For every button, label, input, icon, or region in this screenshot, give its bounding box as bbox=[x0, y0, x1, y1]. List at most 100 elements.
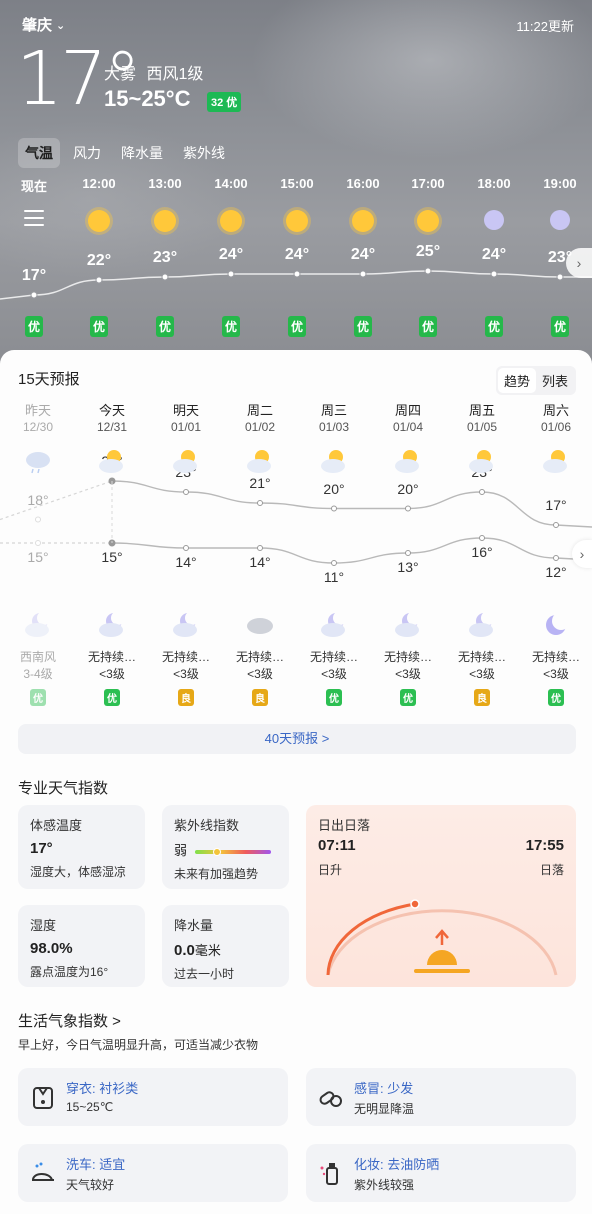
forecast-card: 15天预报 趋势 列表 昨天 12/30 18° 15° 西南风 3-4级优今天 12/31… bbox=[0, 350, 592, 770]
partly-sunny-icon bbox=[321, 450, 345, 473]
uv-tile[interactable]: 紫外线指数 弱 未来有加强趋势 bbox=[162, 805, 289, 889]
precipitation-title: 降水量 bbox=[174, 918, 214, 933]
cosmetics-icon bbox=[320, 1163, 338, 1185]
feels-like-desc: 湿度大，体感湿凉 bbox=[30, 865, 127, 879]
hour-aqi-badge: 优 bbox=[353, 316, 373, 337]
horizon-line bbox=[414, 969, 470, 973]
hour-temperature: 24° bbox=[218, 246, 244, 263]
pro-title: 专业天气指数 bbox=[18, 780, 109, 797]
hour-aqi-badge: 优 bbox=[287, 316, 307, 337]
high-temperature-line-point bbox=[479, 489, 485, 495]
sun-icon bbox=[427, 950, 457, 965]
low-temperature-line-point bbox=[405, 550, 411, 556]
car-wash-index-tile[interactable]: 洗车: 适宜 天气较好 bbox=[18, 1144, 288, 1202]
scroll-right-button[interactable]: › bbox=[572, 540, 592, 568]
low-temperature-line bbox=[111, 537, 592, 564]
moon-cloud-icon bbox=[99, 611, 125, 637]
car-wash-icon bbox=[32, 1162, 54, 1181]
high-temperature-line-point bbox=[553, 522, 559, 528]
forty-day-forecast-link[interactable]: 40天预报 > bbox=[18, 724, 576, 754]
high-temperature-line-point bbox=[331, 505, 337, 512]
scroll-right-button[interactable]: › bbox=[566, 248, 592, 278]
partly-sunny-icon bbox=[543, 450, 567, 473]
high-temperature-line-point bbox=[35, 516, 41, 523]
low-temperature-line-point bbox=[35, 540, 41, 546]
cold-index-tile[interactable]: 感冒: 少发 无明显降温 bbox=[306, 1068, 576, 1126]
car-wash-index-title: 洗车: 适宜 bbox=[66, 1157, 126, 1172]
hour-aqi-badge: 优 bbox=[24, 316, 44, 337]
high-temperature-line-point bbox=[257, 500, 263, 506]
hour-temperature: 22° bbox=[86, 252, 112, 269]
low-temperature-line-point bbox=[553, 555, 559, 561]
high-temperature-line bbox=[111, 480, 592, 528]
partly-sunny-icon bbox=[99, 450, 123, 473]
high-temperature-line-past-segment bbox=[0, 480, 113, 521]
humidity-tile[interactable]: 湿度 98.0% 露点温度为16° bbox=[18, 905, 145, 987]
hour-temperature-point bbox=[490, 270, 498, 278]
hour-temperature: 17° bbox=[21, 267, 47, 284]
hour-aqi-badge: 优 bbox=[418, 316, 438, 337]
hour-temperature-point bbox=[359, 270, 367, 278]
precipitation-tile[interactable]: 降水量 0.0毫米 过去一小时 bbox=[162, 905, 289, 987]
humidity-value: 98.0% bbox=[30, 940, 73, 957]
moon-cloud-icon bbox=[173, 611, 199, 637]
partly-sunny-icon bbox=[247, 450, 271, 473]
pro-index-section: 专业天气指数 体感温度 17° 湿度大，体感湿凉 紫外线指数 弱 未来有加强趋势… bbox=[0, 770, 592, 1000]
hour-temperature: 23° bbox=[152, 249, 178, 266]
precipitation-desc: 过去一小时 bbox=[174, 967, 235, 981]
hour-aqi-badge: 优 bbox=[155, 316, 175, 337]
sunrise-sunset-tile[interactable]: 日出日落 07:11 17:55 日升 日落 bbox=[306, 805, 576, 987]
hour-temperature-point bbox=[227, 270, 235, 278]
precipitation-value: 0.0 bbox=[174, 942, 195, 959]
hour-aqi-badge: 优 bbox=[89, 316, 109, 337]
low-temperature-line-point bbox=[479, 535, 485, 541]
clothing-index-title: 穿衣: 衬衫类 bbox=[66, 1081, 139, 1096]
clothing-index-tile[interactable]: 穿衣: 衬衫类 15~25℃ bbox=[18, 1068, 288, 1126]
hour-temperature: 24° bbox=[350, 246, 376, 263]
cloud-icon bbox=[247, 618, 273, 634]
feels-like-tile[interactable]: 体感温度 17° 湿度大，体感湿凉 bbox=[18, 805, 145, 889]
uv-indicator bbox=[213, 847, 222, 856]
hourly-temperature-chart bbox=[0, 267, 592, 300]
car-wash-index-desc: 天气较好 bbox=[66, 1178, 115, 1192]
moon-cloud-icon bbox=[25, 611, 51, 637]
hour-aqi-badge: 优 bbox=[484, 316, 504, 337]
hour-temperature-point bbox=[95, 276, 103, 284]
uv-desc: 未来有加强趋势 bbox=[174, 867, 259, 881]
uv-level: 弱 bbox=[174, 840, 277, 859]
precipitation-value-line: 0.0毫米 bbox=[174, 940, 277, 959]
humidity-desc: 露点温度为16° bbox=[30, 965, 109, 979]
precipitation-unit: 毫米 bbox=[194, 943, 221, 958]
moon-cloud-icon bbox=[469, 611, 495, 637]
clothing-index-desc: 15~25℃ bbox=[66, 1100, 114, 1114]
moon-cloud-icon bbox=[395, 611, 421, 637]
sun-arc-graphic bbox=[326, 899, 558, 976]
feels-like-value: 17° bbox=[30, 840, 53, 857]
hour-temperature-point bbox=[424, 267, 432, 275]
partly-sunny-icon bbox=[395, 450, 419, 473]
cosmetics-index-tile[interactable]: 化妆: 去油防晒 紫外线较强 bbox=[306, 1144, 576, 1202]
hour-temperature: 24° bbox=[284, 246, 310, 263]
hour-aqi-badge: 优 bbox=[221, 316, 241, 337]
shirt-icon bbox=[33, 1087, 53, 1109]
hour-temperature: 25° bbox=[415, 243, 441, 260]
partly-sunny-icon bbox=[469, 450, 493, 473]
hour-temperature-point bbox=[293, 270, 301, 278]
daily-temperature-chart bbox=[0, 450, 592, 637]
pills-icon bbox=[319, 1091, 342, 1107]
life-title[interactable]: 生活气象指数 > bbox=[18, 1010, 121, 1031]
moon-cloud-icon bbox=[321, 611, 347, 637]
low-temperature-line-point bbox=[331, 560, 337, 566]
cold-index-title: 感冒: 少发 bbox=[354, 1081, 414, 1096]
hour-temperature-point bbox=[161, 273, 169, 281]
low-temperature-line-point bbox=[183, 545, 189, 551]
hour-aqi-badge: 优 bbox=[550, 316, 570, 337]
uv-value: 弱 bbox=[174, 843, 188, 858]
moon-icon bbox=[546, 612, 570, 635]
cold-index-desc: 无明显降温 bbox=[354, 1102, 415, 1116]
humidity-title: 湿度 bbox=[30, 918, 57, 933]
sun-position-dot bbox=[410, 899, 420, 909]
cloud-rain-icon bbox=[26, 452, 50, 474]
uv-scale-bar bbox=[195, 847, 272, 856]
cosmetics-index-desc: 紫外线较强 bbox=[354, 1178, 415, 1192]
